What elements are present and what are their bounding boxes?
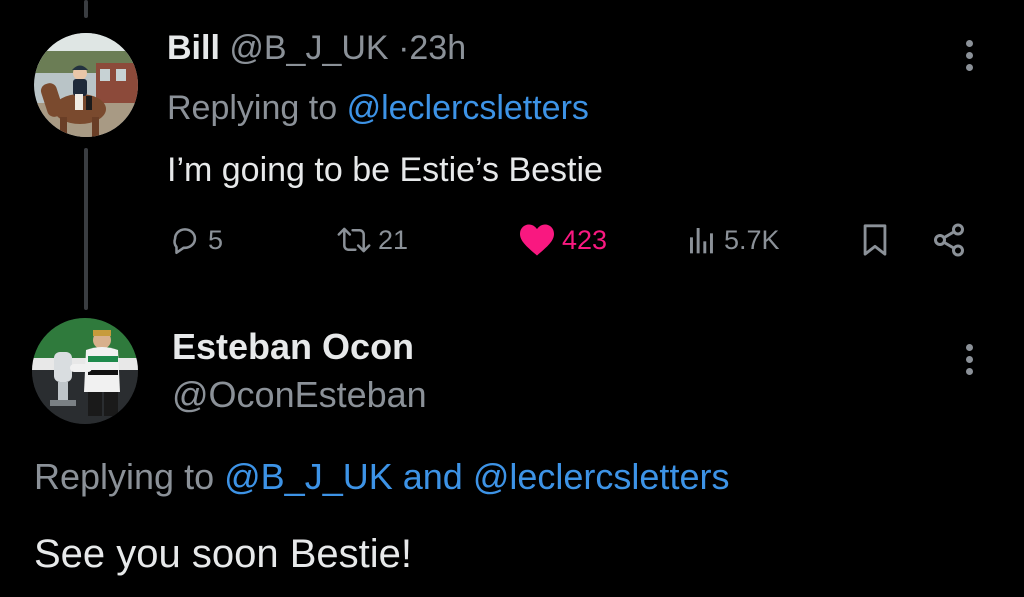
like-button[interactable]: 423 <box>518 218 607 262</box>
thread-connector-line <box>84 148 88 310</box>
views-button[interactable]: 5.7K <box>686 218 780 262</box>
more-options-icon[interactable] <box>963 344 975 375</box>
avatar[interactable] <box>32 318 138 424</box>
horse-rider-avatar-icon <box>34 33 138 137</box>
mention-link[interactable]: @leclercsletters <box>347 89 589 127</box>
views-count: 5.7K <box>724 224 780 255</box>
more-options-icon[interactable] <box>963 40 975 71</box>
mention-link[interactable]: @B_J_UK <box>224 456 393 497</box>
thread-connector-line <box>84 0 88 18</box>
replying-to-line: Replying to @leclercsletters <box>167 86 589 130</box>
mention-link[interactable]: @leclercsletters <box>473 456 730 497</box>
bookmark-icon <box>863 224 887 256</box>
share-icon <box>934 223 964 257</box>
replying-to-line: Replying to @B_J_UK and @leclercsletters <box>34 454 729 500</box>
heart-filled-icon <box>520 224 554 256</box>
views-chart-icon <box>690 228 713 254</box>
replying-prefix: Replying to <box>34 456 215 497</box>
display-name[interactable]: Bill <box>167 29 220 67</box>
user-handle[interactable]: @B_J_UK <box>229 29 388 67</box>
replying-conjunction[interactable]: and <box>403 456 463 497</box>
share-button[interactable] <box>930 218 968 262</box>
reply-count: 5 <box>208 224 224 255</box>
driver-trophy-avatar-icon <box>32 318 138 424</box>
reply-icon <box>173 228 197 255</box>
replying-prefix: Replying to <box>167 89 338 127</box>
timestamp[interactable]: 23h <box>409 29 466 67</box>
user-handle[interactable]: @OconEsteban <box>172 372 427 418</box>
repost-icon <box>337 227 371 253</box>
tweet-header: Bill @B_J_UK ·23h <box>167 26 466 70</box>
like-count: 423 <box>562 224 608 255</box>
tweet-thread: Bill @B_J_UK ·23h Replying to @leclercsl… <box>0 0 1024 597</box>
separator-dot: · <box>398 29 410 67</box>
tweet-text: See you soon Bestie! <box>34 532 413 576</box>
tweet-text: I’m going to be Estie’s Bestie <box>167 151 603 189</box>
repost-button[interactable]: 21 <box>336 218 408 262</box>
reply-button[interactable]: 5 <box>168 218 223 262</box>
avatar[interactable] <box>34 33 138 137</box>
display-name[interactable]: Esteban Ocon <box>172 324 414 370</box>
bookmark-button[interactable] <box>858 218 892 262</box>
repost-count: 21 <box>378 224 409 255</box>
